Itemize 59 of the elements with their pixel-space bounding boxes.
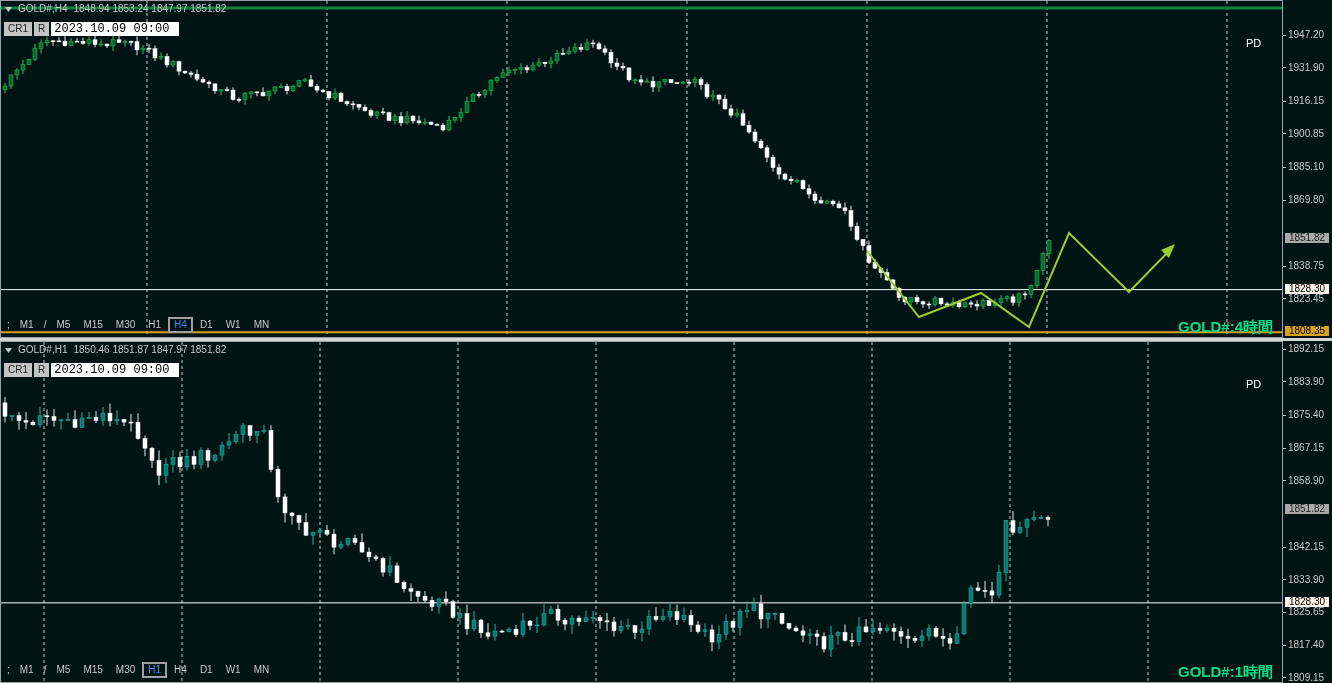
date-field[interactable]: 2023.10.09 09:00 — [51, 363, 180, 377]
chart-button[interactable]: CR1 — [4, 363, 32, 377]
timeframe-tab[interactable]: M30 — [109, 317, 142, 333]
axis-tick-label: 1809.15 — [1288, 672, 1325, 683]
toolbar-separator: ; — [6, 663, 11, 677]
marker-label: PD — [1246, 38, 1262, 49]
axis-tick-label: 1900.85 — [1288, 128, 1325, 139]
axis-tick-label: 1838.75 — [1288, 261, 1325, 272]
timeframe-tab[interactable]: H4 — [168, 662, 193, 678]
timeframe-tab[interactable]: MN — [247, 662, 276, 678]
timeframe-tab[interactable]: H1 — [142, 662, 168, 678]
toolbar-separator: ; — [6, 318, 11, 332]
timeframe-tab[interactable]: M1 — [13, 662, 40, 678]
timeframe-tab[interactable]: M15 — [77, 317, 109, 333]
toolbar-separator: / — [42, 318, 48, 332]
chart-button[interactable]: R — [34, 363, 50, 377]
axis-tick-label: 1869.80 — [1288, 195, 1325, 206]
timeframe-tab[interactable]: W1 — [219, 317, 247, 333]
ohlc-values: 1848.94 1853.24 1847.97 1851.82 — [73, 4, 227, 14]
toolbar-separator: / — [42, 663, 48, 677]
price-tag: 1828.30 — [1285, 596, 1329, 607]
timeframe-tab[interactable]: M5 — [50, 662, 77, 678]
timeframe-tab[interactable]: H1 — [142, 317, 168, 333]
price-tag: 1808.35 — [1285, 326, 1329, 337]
chart-button[interactable]: R — [34, 22, 50, 36]
timeframe-tab[interactable]: MN — [247, 317, 276, 333]
axis-tick-label: 1833.90 — [1288, 574, 1325, 585]
timeframe-tab[interactable]: M15 — [77, 662, 109, 678]
price-tag: 1851.82 — [1285, 233, 1329, 244]
axis-tick-label: 1825.65 — [1288, 607, 1325, 618]
ohlc-values: 1850.46 1851.87 1847.97 1851.82 — [73, 345, 227, 355]
timeframe-tab[interactable]: D1 — [193, 662, 219, 678]
axis-tick-label: 1947.20 — [1288, 30, 1325, 40]
axis-tick-label: 1892.15 — [1288, 344, 1325, 354]
price-tag: 1851.82 — [1285, 503, 1329, 514]
axis-tick-label: 1885.10 — [1288, 162, 1325, 173]
chart-button[interactable]: CR1 — [4, 22, 32, 36]
chart-title: GOLD#:1時間 — [1178, 664, 1273, 679]
axis-tick-label: 1817.40 — [1288, 640, 1325, 650]
symbol-label: GOLD#,H4 — [18, 4, 68, 14]
chart-title: GOLD#:4時間 — [1178, 319, 1273, 334]
axis-tick-label: 1858.90 — [1288, 475, 1325, 486]
symbol-label: GOLD#,H1 — [18, 345, 68, 355]
axis-tick-label: 1867.15 — [1288, 443, 1325, 453]
price-tag: 1828.30 — [1285, 283, 1329, 294]
timeframe-tab[interactable]: D1 — [193, 317, 219, 333]
axis-tick-label: 1931.90 — [1288, 62, 1325, 73]
timeframe-tab[interactable]: W1 — [219, 662, 247, 678]
axis-tick-label: 1916.15 — [1288, 96, 1325, 107]
timeframe-tab[interactable]: M1 — [13, 317, 40, 333]
axis-tick-label: 1842.15 — [1288, 542, 1325, 552]
date-field[interactable]: 2023.10.09 09:00 — [51, 22, 180, 36]
timeframe-tab[interactable]: H4 — [168, 317, 193, 333]
marker-label: PD — [1246, 379, 1262, 390]
axis-tick-label: 1875.40 — [1288, 410, 1325, 421]
axis-tick-label: 1823.45 — [1288, 293, 1325, 304]
timeframe-tab[interactable]: M30 — [109, 662, 142, 678]
timeframe-tab[interactable]: M5 — [50, 317, 77, 333]
axis-tick-label: 1883.90 — [1288, 376, 1325, 387]
